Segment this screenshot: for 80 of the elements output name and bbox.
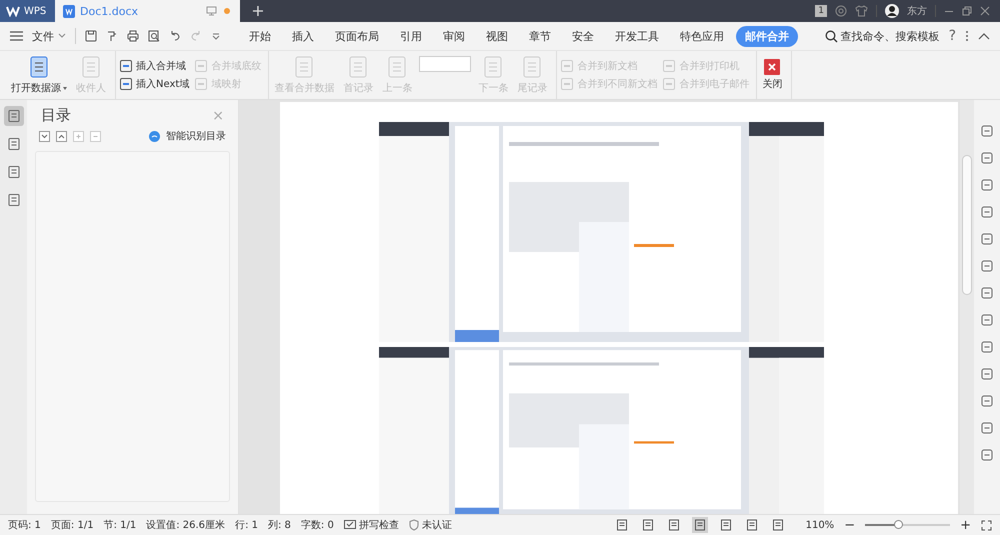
ribbon-tab[interactable]: 安全 xyxy=(563,26,603,46)
shield-icon xyxy=(408,519,419,531)
count-badge: 1 xyxy=(815,5,827,17)
caret-icon xyxy=(58,33,66,39)
field-icon xyxy=(119,77,133,91)
ribbon-tab[interactable]: 插入 xyxy=(283,26,323,46)
ribbon-tab[interactable]: 视图 xyxy=(477,26,517,46)
dropdown-caret xyxy=(63,86,67,90)
auth-status: 未认证 xyxy=(422,518,452,532)
status-item: 页面: 1/1 xyxy=(50,519,94,532)
ribbon-tab[interactable]: 章节 xyxy=(520,26,560,46)
collapse-icon[interactable] xyxy=(56,130,67,142)
expand-icon[interactable] xyxy=(39,130,50,142)
printer-icon[interactable] xyxy=(127,30,139,42)
app-name: WPS xyxy=(24,6,46,16)
field-icon xyxy=(560,77,574,91)
ribbon-tab[interactable]: 开发工具 xyxy=(606,26,668,46)
status-item: 页码: 1 xyxy=(8,519,41,532)
menu-icon[interactable] xyxy=(10,31,23,41)
status-item: 字数: 0 xyxy=(300,518,334,532)
help-button[interactable]: ? xyxy=(948,28,956,44)
record-number-field[interactable] xyxy=(419,56,472,72)
data-icon xyxy=(28,55,50,79)
monitor-icon xyxy=(206,6,217,16)
scrollbar[interactable] xyxy=(960,100,974,514)
status-item: 设置值: 26.6厘米 xyxy=(146,518,226,532)
data-icon xyxy=(80,55,102,79)
data-icon xyxy=(347,55,370,79)
preview-icon[interactable] xyxy=(148,30,160,42)
ribbon-button[interactable]: 插入Next域 xyxy=(119,77,190,91)
document-icon xyxy=(63,4,75,18)
logo-icon xyxy=(6,5,20,17)
ribbon-tab[interactable]: 开始 xyxy=(240,26,280,46)
close-icon xyxy=(764,59,780,75)
more-icon[interactable] xyxy=(965,30,969,42)
close-icon[interactable] xyxy=(980,6,990,16)
status-item: 列: 8 xyxy=(268,519,291,532)
spellcheck-icon xyxy=(344,520,356,530)
page-icon[interactable] xyxy=(692,517,708,533)
ribbon-tab[interactable]: 审阅 xyxy=(434,26,474,46)
customize-icon[interactable] xyxy=(211,31,221,41)
shirt-icon[interactable] xyxy=(855,5,868,17)
ribbon-tab[interactable]: 页面布局 xyxy=(326,26,388,46)
data-icon xyxy=(386,55,408,79)
field-icon xyxy=(662,59,676,73)
data-icon xyxy=(293,55,316,79)
data-icon xyxy=(521,55,544,79)
field-icon xyxy=(560,59,574,73)
panel-title: 目录 xyxy=(41,106,71,125)
undo-icon[interactable] xyxy=(169,30,181,42)
fit-icon[interactable] xyxy=(981,520,992,530)
ribbon-button[interactable]: 插入合并域 xyxy=(119,59,190,73)
document-name: Doc1.docx xyxy=(80,4,140,18)
restore-icon[interactable] xyxy=(962,6,972,16)
document-tab[interactable]: Doc1.docx xyxy=(55,0,240,22)
file-menu[interactable]: 文件 xyxy=(32,28,66,44)
ribbon-tab[interactable]: 特色应用 xyxy=(671,26,733,46)
status-item: 行: 1 xyxy=(235,519,258,532)
app-tab[interactable]: WPS xyxy=(0,0,55,22)
zoom-in-button[interactable]: + xyxy=(960,518,971,532)
field-icon xyxy=(119,59,133,73)
save-icon[interactable] xyxy=(85,30,97,42)
spell-check-label[interactable]: 拼写检查 xyxy=(358,518,399,532)
field-icon xyxy=(194,59,208,73)
user-name[interactable]: 东方 xyxy=(907,4,927,18)
ribbon-button[interactable]: 打开数据源 xyxy=(9,53,69,97)
smart-icon xyxy=(149,130,160,142)
ribbon-tab[interactable]: 引用 xyxy=(391,26,431,46)
smart-toc-link[interactable]: 智能识别目录 xyxy=(166,129,226,143)
skin-icon[interactable] xyxy=(835,5,847,17)
zoom-level[interactable]: 110% xyxy=(806,520,834,530)
status-item: 节: 1/1 xyxy=(104,518,136,532)
data-icon xyxy=(482,55,504,79)
zoom-out-button[interactable]: − xyxy=(844,518,856,532)
field-icon xyxy=(662,77,676,91)
close-button[interactable]: 关闭 xyxy=(760,57,784,93)
field-icon xyxy=(194,77,208,91)
avatar-icon[interactable] xyxy=(885,4,899,18)
collapse-icon[interactable] xyxy=(978,32,990,40)
new-tab-button[interactable]: + xyxy=(248,1,268,21)
